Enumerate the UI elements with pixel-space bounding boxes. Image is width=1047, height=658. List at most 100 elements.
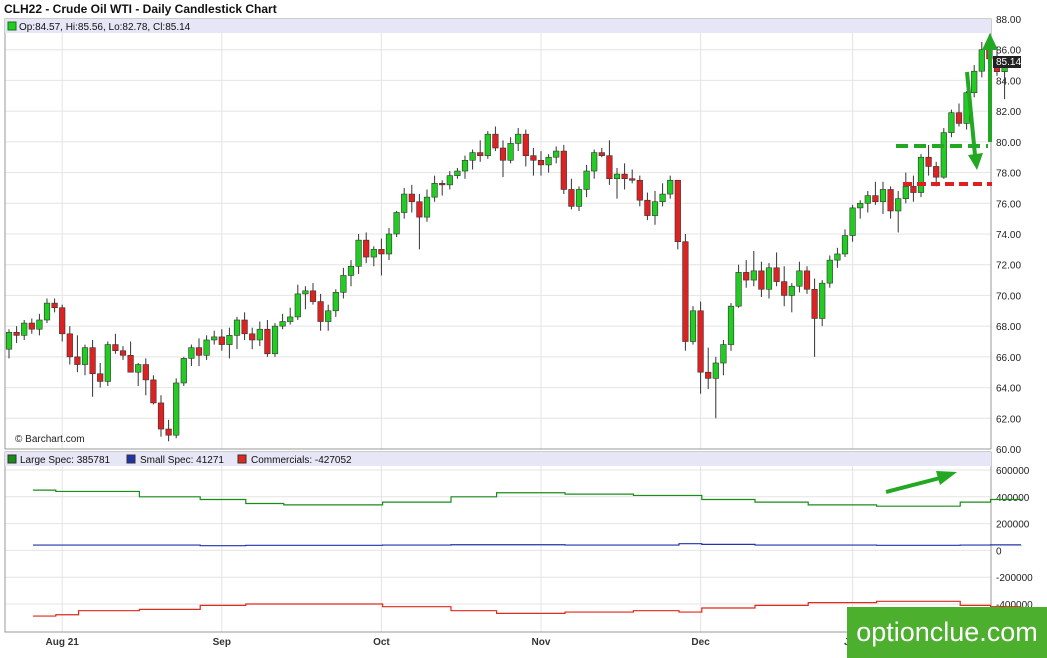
- candle: [917, 154, 925, 198]
- candle-body-up: [233, 319, 241, 336]
- candle: [940, 128, 947, 179]
- candle: [583, 164, 590, 198]
- candle: [332, 289, 339, 317]
- candle-body-up: [271, 325, 279, 355]
- candle: [203, 335, 210, 360]
- candle-body-down: [499, 147, 507, 161]
- small-spec-swatch: [126, 454, 136, 464]
- candle: [788, 283, 795, 313]
- candle-body-down: [378, 249, 385, 255]
- candle: [879, 181, 887, 215]
- cot-arrow-shaft: [885, 476, 941, 494]
- candle: [826, 255, 833, 288]
- candle-body-down: [66, 333, 73, 358]
- candle-body-down: [629, 178, 636, 181]
- candle-body-up: [423, 196, 431, 218]
- up-arrow-icon: [982, 33, 998, 50]
- candle-body-down: [621, 173, 628, 180]
- candle: [287, 307, 294, 325]
- price-tick-label: 72.00: [996, 261, 1021, 272]
- price-tick-label: 68.00: [996, 322, 1021, 333]
- candle-body-down: [644, 199, 651, 216]
- candle-body-up: [279, 321, 286, 327]
- candle: [735, 264, 742, 308]
- candle: [5, 329, 13, 359]
- candle: [667, 175, 674, 199]
- candle: [393, 210, 400, 238]
- candle: [697, 301, 704, 394]
- candle-body-up: [895, 198, 902, 212]
- candle-body-up: [879, 189, 887, 203]
- candle-body-down: [119, 350, 127, 356]
- candle: [819, 280, 826, 327]
- candle-body-down: [59, 307, 66, 335]
- candle-body-down: [910, 186, 917, 193]
- candle: [948, 109, 955, 138]
- candle-body-up: [135, 364, 142, 373]
- candle: [74, 335, 81, 373]
- candle-body-up: [971, 70, 978, 94]
- candle-body-up: [294, 293, 301, 318]
- candle-body-down: [781, 281, 788, 296]
- candle-body-down: [127, 355, 134, 373]
- candle-body-up: [788, 285, 795, 296]
- candle-body-up: [347, 265, 355, 276]
- candle: [545, 154, 552, 173]
- candle-body-down: [264, 328, 271, 355]
- candle-body-down: [97, 373, 104, 382]
- candle-body-up: [469, 152, 476, 161]
- candle: [241, 312, 248, 340]
- candle: [758, 261, 765, 297]
- candle-body-down: [887, 189, 894, 212]
- candle: [446, 171, 453, 190]
- candle-body-down: [309, 290, 317, 302]
- candle: [89, 339, 96, 397]
- candle-body-up: [575, 189, 583, 207]
- candle-body-down: [568, 189, 575, 207]
- candle: [36, 313, 43, 336]
- last-price-tag: 85.14: [993, 56, 1021, 68]
- date-tick-label: Sep: [213, 637, 231, 648]
- cot-tick-label: 0: [996, 546, 1002, 557]
- candle-body-down: [872, 195, 879, 203]
- candle: [150, 375, 157, 405]
- candle: [256, 321, 263, 347]
- last-price-label: 85.14: [996, 57, 1021, 68]
- candle: [765, 263, 773, 299]
- candle-body-up: [849, 207, 856, 236]
- candle-body-down: [241, 319, 248, 335]
- date-tick-label: Oct: [373, 637, 390, 648]
- candle-body-up: [857, 202, 864, 209]
- candle: [522, 129, 529, 167]
- candle-body-down: [13, 331, 20, 336]
- candle-body-up: [203, 339, 210, 356]
- candle: [629, 169, 636, 184]
- legend-commercials: Commercials: -427052: [251, 455, 352, 466]
- price-tick-label: 86.00: [996, 46, 1021, 57]
- candle: [651, 191, 659, 225]
- candle-body-up: [401, 193, 408, 213]
- candle-body-down: [218, 336, 225, 345]
- candle: [575, 186, 583, 211]
- candle-body-up: [613, 173, 621, 180]
- cot-legend: Large Spec: 385781 Small Spec: 41271 Com…: [7, 454, 352, 466]
- price-tick-label: 78.00: [996, 169, 1021, 180]
- candle-body-down: [74, 356, 81, 365]
- candle: [378, 238, 385, 276]
- price-tick-label: 84.00: [996, 76, 1021, 87]
- candle-body-down: [249, 333, 256, 341]
- candle-body-up: [553, 150, 560, 158]
- candle: [385, 227, 393, 261]
- candle: [325, 304, 332, 331]
- candle: [127, 341, 134, 373]
- candle: [773, 252, 780, 287]
- candle: [431, 175, 438, 202]
- candle: [955, 103, 963, 127]
- candle-body-down: [803, 270, 811, 290]
- candle: [401, 187, 408, 219]
- candle-body-up: [659, 193, 666, 203]
- candle: [568, 178, 575, 210]
- candle: [51, 298, 58, 313]
- candle-body-up: [948, 112, 955, 133]
- candle-body-up: [583, 170, 590, 190]
